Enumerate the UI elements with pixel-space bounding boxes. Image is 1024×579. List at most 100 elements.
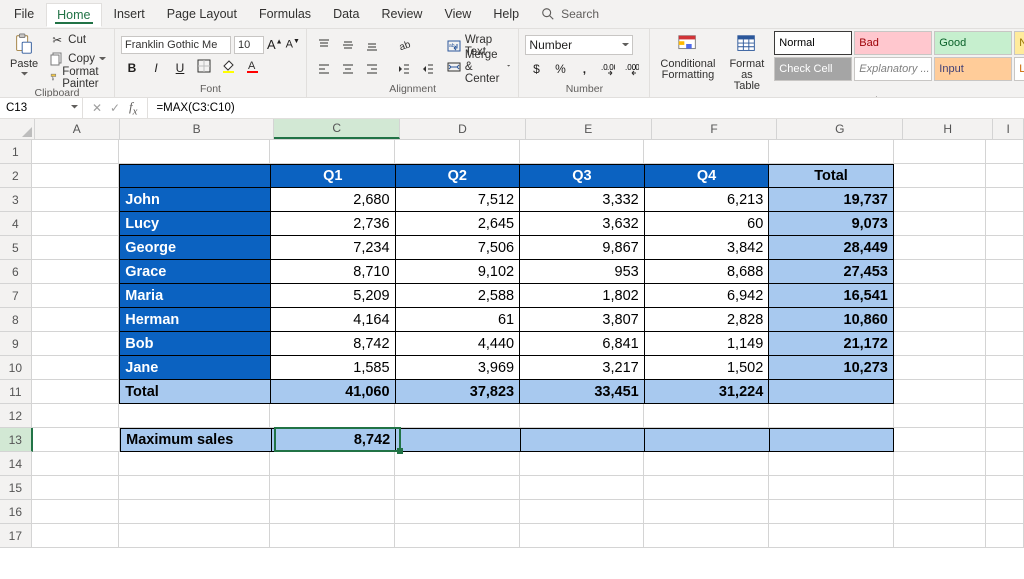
cell[interactable]: 2,828 <box>645 308 770 332</box>
row-header-7[interactable]: 7 <box>0 284 32 308</box>
increase-decimal-button[interactable]: .0.00 <box>597 59 619 79</box>
cell[interactable] <box>270 524 395 548</box>
increase-indent-button[interactable] <box>417 59 439 79</box>
cell[interactable] <box>32 332 120 356</box>
style-swatch-linke[interactable]: Linke <box>1014 57 1024 81</box>
cell[interactable] <box>520 404 645 428</box>
col-header-H[interactable]: H <box>903 119 993 139</box>
cell[interactable] <box>769 140 894 164</box>
cell[interactable]: 6,213 <box>645 188 770 212</box>
decrease-indent-button[interactable] <box>393 59 415 79</box>
cell[interactable] <box>270 500 395 524</box>
cell[interactable]: 37,823 <box>396 380 521 404</box>
cut-button[interactable]: ✂Cut <box>48 31 108 48</box>
cell[interactable] <box>520 476 645 500</box>
cell[interactable] <box>520 140 645 164</box>
tab-help[interactable]: Help <box>483 3 529 25</box>
align-top-button[interactable] <box>313 35 335 55</box>
cell[interactable] <box>986 140 1024 164</box>
cell[interactable]: 4,440 <box>396 332 521 356</box>
cell[interactable] <box>520 524 645 548</box>
style-swatch-input[interactable]: Input <box>934 57 1012 81</box>
copy-button[interactable]: Copy <box>48 50 108 67</box>
cell[interactable]: 31,224 <box>645 380 770 404</box>
cell[interactable] <box>894 428 986 452</box>
cell[interactable] <box>894 164 986 188</box>
cell[interactable] <box>119 164 271 188</box>
format-as-table-button[interactable]: Format as Table <box>725 31 768 94</box>
style-swatch-bad[interactable]: Bad <box>854 31 932 55</box>
cell[interactable] <box>986 380 1024 404</box>
cell[interactable]: 3,217 <box>520 356 645 380</box>
tab-formulas[interactable]: Formulas <box>249 3 321 25</box>
row-header-9[interactable]: 9 <box>0 332 32 356</box>
accounting-format-button[interactable]: $ <box>525 59 547 79</box>
cell[interactable] <box>894 188 986 212</box>
row-header-10[interactable]: 10 <box>0 356 32 380</box>
cell[interactable] <box>644 524 769 548</box>
cell[interactable] <box>32 284 120 308</box>
cell[interactable] <box>395 140 520 164</box>
cell[interactable] <box>986 308 1024 332</box>
cell[interactable]: 7,234 <box>271 236 396 260</box>
cell[interactable]: 4,164 <box>271 308 396 332</box>
cell[interactable]: 33,451 <box>520 380 645 404</box>
cell[interactable]: 7,506 <box>396 236 521 260</box>
cell[interactable] <box>986 236 1024 260</box>
formula-input[interactable] <box>154 101 1018 115</box>
cell[interactable] <box>986 356 1024 380</box>
row-header-16[interactable]: 16 <box>0 500 32 524</box>
paste-button[interactable]: Paste <box>6 31 42 86</box>
row-header-5[interactable]: 5 <box>0 236 32 260</box>
cell[interactable]: Maria <box>119 284 271 308</box>
tab-home[interactable]: Home <box>46 3 101 27</box>
cell[interactable]: Q3 <box>520 164 645 188</box>
cell[interactable] <box>520 500 645 524</box>
cell[interactable] <box>644 404 769 428</box>
cell[interactable]: 10,860 <box>769 308 894 332</box>
cell[interactable] <box>986 188 1024 212</box>
cell[interactable] <box>986 404 1024 428</box>
name-box[interactable] <box>0 98 83 118</box>
cell[interactable] <box>986 212 1024 236</box>
decrease-decimal-button[interactable]: .00.0 <box>621 59 643 79</box>
cell[interactable] <box>894 356 986 380</box>
cell[interactable]: 19,737 <box>769 188 894 212</box>
style-swatch-good[interactable]: Good <box>934 31 1012 55</box>
cell[interactable] <box>644 452 769 476</box>
cell[interactable] <box>395 524 520 548</box>
cell[interactable] <box>769 524 894 548</box>
cell[interactable] <box>894 476 986 500</box>
cell[interactable]: 61 <box>396 308 521 332</box>
row-header-17[interactable]: 17 <box>0 524 32 548</box>
row-header-13[interactable]: 13 <box>0 428 33 452</box>
style-swatch-normal[interactable]: Normal <box>774 31 852 55</box>
percent-format-button[interactable]: % <box>549 59 571 79</box>
cell[interactable] <box>770 428 894 452</box>
cell[interactable] <box>32 260 120 284</box>
cell[interactable] <box>521 428 645 452</box>
borders-button[interactable] <box>193 58 215 78</box>
cell[interactable]: 2,645 <box>396 212 521 236</box>
row-header-6[interactable]: 6 <box>0 260 32 284</box>
row-header-11[interactable]: 11 <box>0 380 32 404</box>
col-header-G[interactable]: G <box>777 119 903 139</box>
fx-icon[interactable]: fx <box>125 99 141 118</box>
cell[interactable]: 27,453 <box>769 260 894 284</box>
cell[interactable]: 7,512 <box>396 188 521 212</box>
cell[interactable] <box>32 308 120 332</box>
cell[interactable] <box>119 140 270 164</box>
cell[interactable] <box>894 404 986 428</box>
cell[interactable] <box>119 404 270 428</box>
cell[interactable] <box>32 524 120 548</box>
cell[interactable]: 1,149 <box>645 332 770 356</box>
number-format-select[interactable]: Number <box>525 35 633 55</box>
col-header-B[interactable]: B <box>120 119 274 139</box>
cell[interactable] <box>32 188 120 212</box>
tell-me-search[interactable]: Search <box>541 7 599 21</box>
cell[interactable] <box>986 332 1024 356</box>
cell[interactable] <box>644 500 769 524</box>
row-header-14[interactable]: 14 <box>0 452 32 476</box>
style-swatch-neut[interactable]: Neut <box>1014 31 1024 55</box>
formula-bar[interactable] <box>148 98 1024 118</box>
